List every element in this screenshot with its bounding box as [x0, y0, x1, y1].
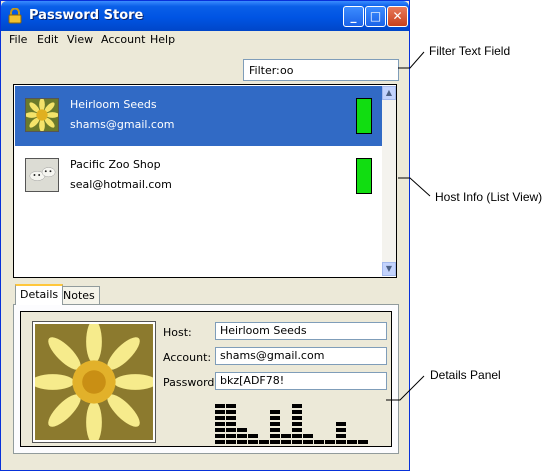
menu-bar: File Edit View Account Help: [1, 31, 409, 49]
filter-field: Filter:: [243, 59, 399, 81]
maximize-icon: □: [369, 9, 382, 23]
password-label: Password:: [163, 376, 219, 389]
strength-block: [292, 428, 302, 432]
filter-label: Filter:: [249, 64, 280, 77]
strength-block: [226, 404, 236, 408]
password-store-window: Password Store _ □ ✕ File Edit View Acco…: [0, 0, 410, 471]
strength-block: [270, 428, 280, 432]
strength-block: [336, 422, 346, 426]
password-field[interactable]: bkz[ADF78!: [215, 372, 387, 390]
strength-block: [292, 404, 302, 408]
host-email: seal@hotmail.com: [70, 178, 172, 191]
callout-details-panel: Details Panel: [430, 368, 501, 382]
flower-thumbnail-icon: [25, 98, 59, 132]
strength-block: [325, 440, 335, 444]
details-inner-frame: Host: Heirloom Seeds Account: shams@gmai…: [20, 311, 392, 447]
strength-block: [226, 434, 236, 438]
strength-block: [248, 434, 258, 438]
strength-block: [270, 410, 280, 414]
close-icon: ✕: [392, 9, 403, 23]
vertical-scrollbar[interactable]: ▲ ▼: [382, 86, 396, 276]
strength-block: [215, 440, 225, 444]
strength-block: [237, 428, 247, 432]
strength-block: [281, 440, 291, 444]
menu-view[interactable]: View: [67, 33, 93, 46]
host-label: Host:: [163, 326, 192, 339]
close-button[interactable]: ✕: [387, 6, 408, 27]
title-bar[interactable]: Password Store _ □ ✕: [1, 1, 409, 31]
menu-file[interactable]: File: [9, 33, 27, 46]
seal-thumbnail-icon: [25, 158, 59, 192]
callout-filter-text-field: Filter Text Field: [429, 44, 511, 58]
strength-block: [303, 434, 313, 438]
strength-block: [358, 440, 368, 444]
strength-block: [215, 434, 225, 438]
password-strength-indicator: [356, 158, 372, 194]
host-name: Heirloom Seeds: [70, 98, 157, 111]
strength-block: [347, 440, 357, 444]
strength-block: [248, 440, 258, 444]
menu-account[interactable]: Account: [101, 33, 145, 46]
host-list: Heirloom Seeds shams@gmail.com Pacific Z…: [13, 84, 397, 278]
scroll-down-button[interactable]: ▼: [382, 262, 396, 276]
strength-block: [292, 410, 302, 414]
strength-block: [215, 416, 225, 420]
maximize-button[interactable]: □: [365, 6, 386, 27]
tab-notes[interactable]: Notes: [58, 286, 100, 305]
host-field[interactable]: Heirloom Seeds: [215, 322, 387, 340]
strength-block: [215, 410, 225, 414]
minimize-button[interactable]: _: [343, 6, 364, 27]
window-title: Password Store: [29, 8, 144, 23]
strength-block: [336, 440, 346, 444]
strength-block: [237, 434, 247, 438]
host-row-pacific-zoo-shop[interactable]: Pacific Zoo Shop seal@hotmail.com: [15, 146, 382, 206]
strength-block: [270, 416, 280, 420]
strength-block: [270, 434, 280, 438]
account-label: Account:: [163, 351, 212, 364]
account-field[interactable]: shams@gmail.com: [215, 347, 387, 365]
host-photo-icon: [32, 321, 156, 443]
chevron-down-icon: ▼: [385, 264, 393, 273]
strength-block: [336, 434, 346, 438]
scroll-up-button[interactable]: ▲: [382, 86, 396, 100]
strength-block: [226, 440, 236, 444]
strength-block: [215, 428, 225, 432]
password-strength-indicator: [356, 98, 372, 134]
strength-block: [292, 422, 302, 426]
host-row-heirloom-seeds[interactable]: Heirloom Seeds shams@gmail.com: [15, 86, 382, 146]
strength-block: [281, 434, 291, 438]
password-strength-bars: [215, 404, 368, 444]
strength-block: [292, 434, 302, 438]
tab-details[interactable]: Details: [15, 284, 64, 305]
filter-input[interactable]: [280, 62, 392, 78]
lock-icon: [8, 8, 22, 24]
strength-block: [226, 422, 236, 426]
strength-block: [336, 428, 346, 432]
callout-host-info: Host Info (List View): [435, 190, 543, 204]
details-panel: Host: Heirloom Seeds Account: shams@gmai…: [13, 304, 399, 454]
strength-block: [292, 416, 302, 420]
host-email: shams@gmail.com: [70, 118, 175, 131]
strength-block: [215, 404, 225, 408]
strength-block: [270, 422, 280, 426]
chevron-up-icon: ▲: [385, 88, 393, 97]
strength-block: [270, 440, 280, 444]
strength-block: [303, 440, 313, 444]
host-name: Pacific Zoo Shop: [70, 158, 161, 171]
strength-block: [215, 422, 225, 426]
menu-edit[interactable]: Edit: [37, 33, 58, 46]
strength-block: [226, 410, 236, 414]
minimize-icon: _: [350, 9, 357, 23]
menu-help[interactable]: Help: [150, 33, 175, 46]
strength-block: [237, 440, 247, 444]
strength-block: [259, 440, 269, 444]
strength-block: [292, 440, 302, 444]
strength-block: [226, 428, 236, 432]
strength-block: [226, 416, 236, 420]
strength-block: [314, 440, 324, 444]
